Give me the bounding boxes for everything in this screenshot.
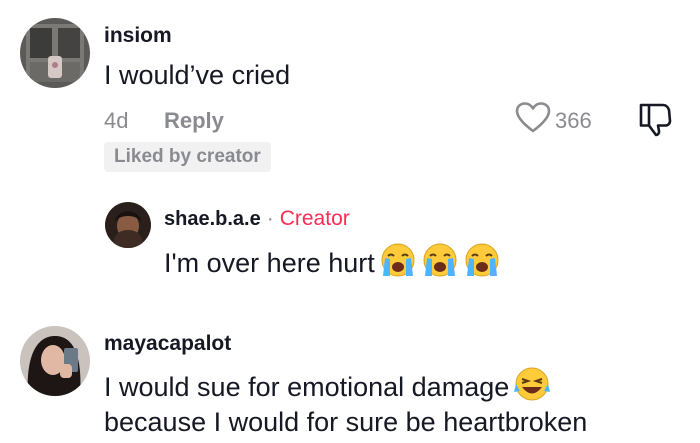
laughing-emoji-icon	[513, 366, 551, 407]
comment-text: I would’ve cried	[104, 60, 291, 90]
like-button[interactable]	[515, 102, 551, 139]
avatar[interactable]	[20, 326, 90, 396]
separator-dot: ·	[266, 207, 274, 230]
comment-username[interactable]: mayacapalot	[104, 332, 231, 356]
comment-text-line1: I would sue for emotional damage	[104, 371, 510, 402]
comment-text-line2: because I would for sure be heartbroken	[104, 407, 588, 437]
avatar[interactable]	[105, 202, 151, 248]
crying-emoji-icon	[421, 242, 459, 283]
dislike-icon[interactable]	[637, 103, 673, 141]
reply-username[interactable]: shae.b.a.e	[164, 208, 261, 231]
liked-by-creator-badge: Liked by creator	[104, 142, 271, 172]
dislike-button[interactable]	[637, 101, 673, 142]
comment-time: 4d	[104, 108, 129, 133]
reply-text: I'm over here hurt	[164, 247, 375, 278]
crying-emoji-icon	[463, 242, 501, 283]
avatar[interactable]	[20, 18, 90, 88]
like-count: 366	[555, 108, 592, 133]
comment-username[interactable]: insiom	[104, 24, 172, 48]
creator-tag: Creator	[279, 207, 350, 230]
reply-button[interactable]: Reply	[164, 108, 224, 134]
heart-icon[interactable]	[515, 102, 551, 138]
crying-emoji-icon	[379, 242, 417, 283]
